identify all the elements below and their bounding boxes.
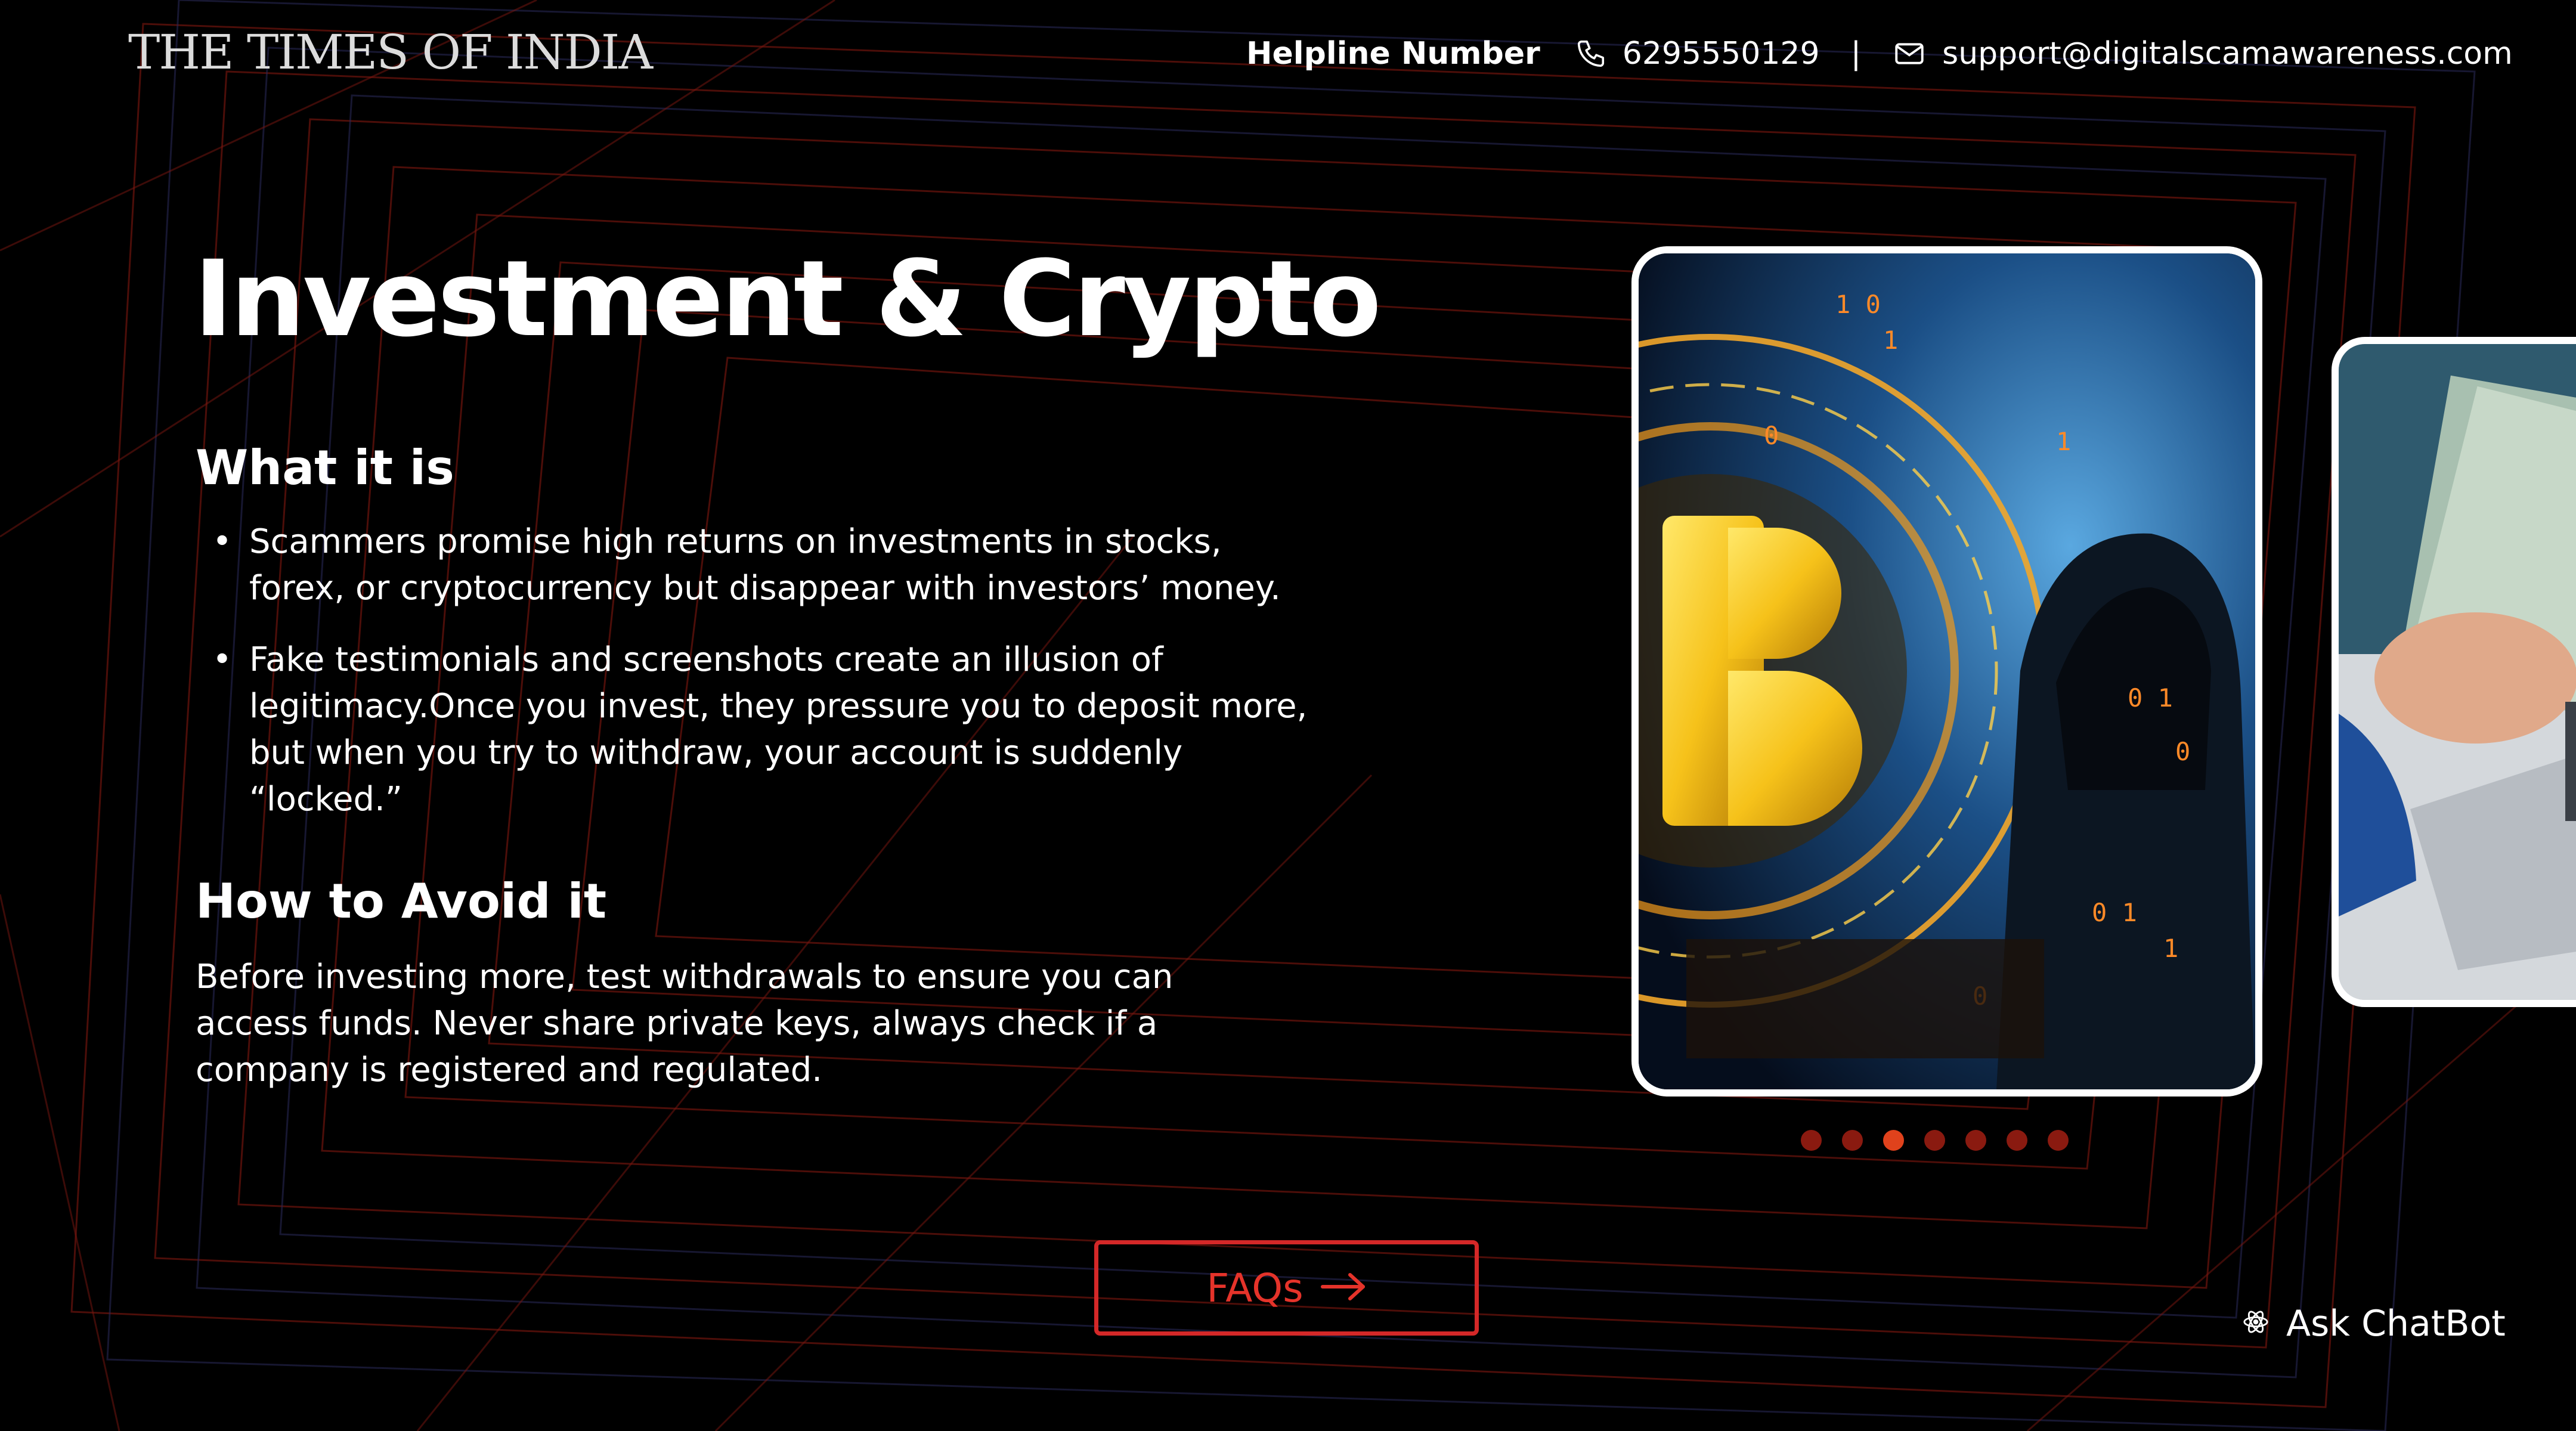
chatbot-atom-icon xyxy=(2242,1303,2270,1345)
svg-text:0: 0 xyxy=(1764,421,1779,450)
how-to-avoid-text: Before investing more, test withdrawals … xyxy=(196,958,1174,1089)
svg-text:0: 0 xyxy=(2175,737,2190,766)
phone-number[interactable]: 6295550129 xyxy=(1623,36,1820,72)
phone-icon xyxy=(1575,38,1607,70)
mail-icon xyxy=(1892,36,1927,71)
how-to-avoid-heading: How to Avoid it xyxy=(196,874,607,929)
contact-separator: | xyxy=(1850,36,1862,72)
carousel-dot-7[interactable] xyxy=(2048,1130,2069,1151)
faqs-button[interactable]: FAQs xyxy=(1094,1240,1479,1336)
svg-text:1: 1 xyxy=(1883,326,1898,355)
ask-chatbot-button[interactable]: Ask ChatBot xyxy=(2242,1303,2506,1345)
bitcoin-hacker-image: 1 0 1 0 1 0 1 0 0 1 1 0 xyxy=(1639,253,2255,1089)
carousel-card-active[interactable]: 1 0 1 0 1 0 1 0 0 1 1 0 xyxy=(1631,246,2262,1097)
support-email[interactable]: support@digitalscamawareness.com xyxy=(1942,36,2513,72)
svg-text:0 1: 0 1 xyxy=(2092,898,2137,927)
carousel-dot-2[interactable] xyxy=(1842,1130,1863,1151)
list-item: Fake testimonials and screenshots create… xyxy=(203,637,1312,823)
carousel-dot-5[interactable] xyxy=(1965,1130,1986,1151)
carousel-dot-1[interactable] xyxy=(1801,1130,1822,1151)
money-laptop-image xyxy=(2339,344,2576,1000)
what-it-is-list: Scammers promise high returns on investm… xyxy=(203,519,1312,848)
carousel-dots xyxy=(1801,1130,2069,1151)
svg-text:0 1: 0 1 xyxy=(2128,683,2173,713)
svg-text:1: 1 xyxy=(2056,427,2071,456)
helpline-label: Helpline Number xyxy=(1246,36,1540,72)
carousel-dot-4[interactable] xyxy=(1924,1130,1945,1151)
faqs-button-label: FAQs xyxy=(1206,1265,1304,1311)
page-title: Investment & Crypto xyxy=(194,238,1382,360)
contact-bar: Helpline Number 6295550129 | support@dig… xyxy=(1246,30,2513,78)
carousel-card-next[interactable] xyxy=(2332,337,2576,1007)
arrow-right-icon xyxy=(1320,1265,1367,1311)
carousel-dot-6[interactable] xyxy=(2007,1130,2027,1151)
what-it-is-heading: What it is xyxy=(196,440,454,495)
times-of-india-logo[interactable]: THE TIMES OF INDIA xyxy=(128,29,653,76)
ask-chatbot-label: Ask ChatBot xyxy=(2286,1303,2506,1345)
list-item: Scammers promise high returns on investm… xyxy=(203,519,1312,612)
carousel-dot-3-active[interactable] xyxy=(1883,1130,1904,1151)
svg-text:1: 1 xyxy=(2163,934,2178,963)
svg-text:1 0: 1 0 xyxy=(1835,290,1881,319)
